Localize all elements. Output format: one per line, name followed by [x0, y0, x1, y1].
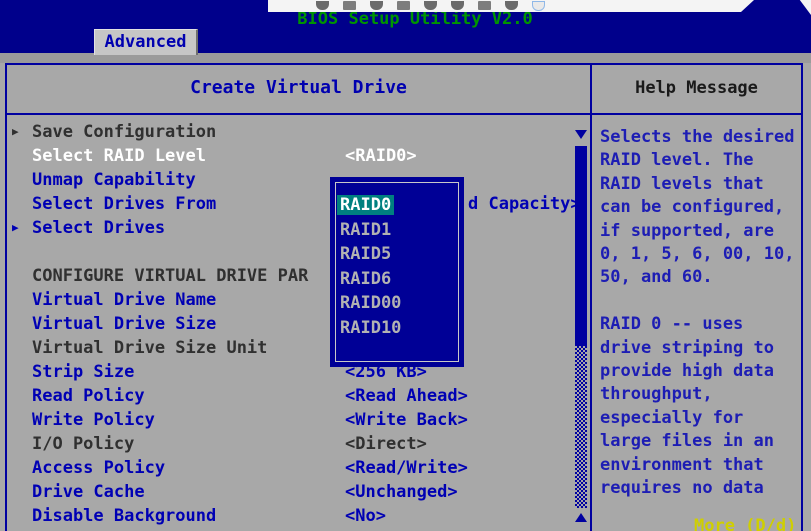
item-label: Write Policy: [32, 408, 155, 432]
scrollbar-up-arrow-icon[interactable]: [575, 513, 587, 522]
bios-title: BIOS Setup Utility V2.0: [0, 9, 811, 29]
list-item-save-configuration: ▶ Save Configuration: [7, 120, 574, 144]
help-panel-title: Help Message: [592, 65, 801, 111]
toolbar-icon-fragment: [343, 1, 356, 10]
item-label: Read Policy: [32, 384, 145, 408]
help-message-text: Selects the desired RAID level. The RAID…: [600, 126, 798, 501]
list-item-disable-background[interactable]: Disable Background <No>: [7, 504, 574, 528]
item-label: Access Policy: [32, 456, 165, 480]
item-label: Virtual Drive Size Unit: [32, 336, 267, 360]
item-value: <No>: [345, 504, 386, 528]
dropdown-option-raid5[interactable]: RAID5: [340, 242, 401, 267]
submenu-arrow-icon: ▶: [12, 120, 19, 144]
toolbar-icon-fragment: [424, 1, 437, 10]
dropdown-option-raid6[interactable]: RAID6: [340, 267, 401, 292]
item-value: <Read/Write>: [345, 456, 468, 480]
settings-list: ▶ Save Configuration Select RAID Level <…: [7, 120, 574, 528]
toolbar-icon-fragment: [451, 1, 464, 10]
list-item-unmap-capability[interactable]: Unmap Capability: [7, 168, 574, 192]
item-label: Virtual Drive Name: [32, 288, 216, 312]
list-item-virtual-drive-name[interactable]: Virtual Drive Name: [7, 288, 574, 312]
item-label: Save Configuration: [32, 120, 216, 144]
dropdown-option-raid0[interactable]: RAID0: [340, 193, 401, 218]
list-item-virtual-drive-size-unit: Virtual Drive Size Unit: [7, 336, 574, 360]
item-label: Select RAID Level: [32, 144, 206, 168]
item-value: d Capacity>: [468, 192, 581, 216]
help-more-indicator: More (D/d): [694, 516, 796, 531]
item-value: <Read Ahead>: [345, 384, 468, 408]
scrollbar-thumb[interactable]: [575, 146, 587, 346]
list-item-access-policy[interactable]: Access Policy <Read/Write>: [7, 456, 574, 480]
panel-divider: [590, 65, 592, 531]
list-item-select-raid-level[interactable]: Select RAID Level <RAID0>: [7, 144, 574, 168]
list-item-read-policy[interactable]: Read Policy <Read Ahead>: [7, 384, 574, 408]
toolbar-checkbox-icon: [532, 1, 545, 11]
item-label: Disable Background: [32, 504, 216, 528]
list-item-drive-cache[interactable]: Drive Cache <Unchanged>: [7, 480, 574, 504]
item-label: Unmap Capability: [32, 168, 196, 192]
dropdown-option-raid1[interactable]: RAID1: [340, 218, 401, 243]
item-value: <RAID0>: [345, 144, 417, 168]
raid-level-dropdown: RAID0 RAID1 RAID5 RAID6 RAID00 RAID10: [330, 177, 464, 367]
item-value: <Unchanged>: [345, 480, 458, 504]
toolbar-icon-fragment: [478, 1, 491, 10]
toolbar-icon-fragment: [505, 1, 518, 10]
toolbar-icon-fragment: [370, 1, 383, 10]
item-label: I/O Policy: [32, 432, 134, 456]
item-label: Select Drives From: [32, 192, 216, 216]
console-toolbar-fragment: [268, 0, 754, 12]
submenu-arrow-icon: ▶: [12, 216, 19, 240]
toolbar-icon-fragment: [316, 1, 329, 10]
toolbar-icon-fragment: [397, 1, 410, 10]
header-row: Create Virtual Drive Help Message: [7, 65, 801, 115]
item-label: Select Drives: [32, 216, 165, 240]
list-item-io-policy: I/O Policy <Direct>: [7, 432, 574, 456]
scrollbar-down-arrow-icon[interactable]: [575, 130, 587, 139]
dropdown-option-raid10[interactable]: RAID10: [340, 316, 401, 341]
selected-option: RAID0: [337, 195, 394, 215]
tab-advanced[interactable]: Advanced: [94, 29, 198, 55]
item-label: Drive Cache: [32, 480, 145, 504]
dropdown-option-raid00[interactable]: RAID00: [340, 291, 401, 316]
item-value: <Direct>: [345, 432, 427, 456]
dropdown-options: RAID0 RAID1 RAID5 RAID6 RAID00 RAID10: [340, 193, 401, 340]
bios-setup-screen: BIOS Setup Utility V2.0 Advanced Create …: [0, 0, 811, 531]
list-item-virtual-drive-size[interactable]: Virtual Drive Size: [7, 312, 574, 336]
list-item-write-policy[interactable]: Write Policy <Write Back>: [7, 408, 574, 432]
list-spacer: [7, 240, 574, 264]
list-scrollbar[interactable]: [574, 128, 588, 531]
item-label: Strip Size: [32, 360, 134, 384]
section-label: CONFIGURE VIRTUAL DRIVE PAR: [32, 264, 308, 288]
page-title: Create Virtual Drive: [7, 65, 590, 111]
list-item-select-drives[interactable]: ▶ Select Drives: [7, 216, 574, 240]
scrollbar-track[interactable]: [575, 346, 587, 508]
item-value: <Write Back>: [345, 408, 468, 432]
list-section-configure-parameters: CONFIGURE VIRTUAL DRIVE PAR: [7, 264, 574, 288]
list-item-select-drives-from[interactable]: Select Drives From d Capacity>: [7, 192, 574, 216]
list-item-strip-size[interactable]: Strip Size <256 KB>: [7, 360, 574, 384]
item-label: Virtual Drive Size: [32, 312, 216, 336]
